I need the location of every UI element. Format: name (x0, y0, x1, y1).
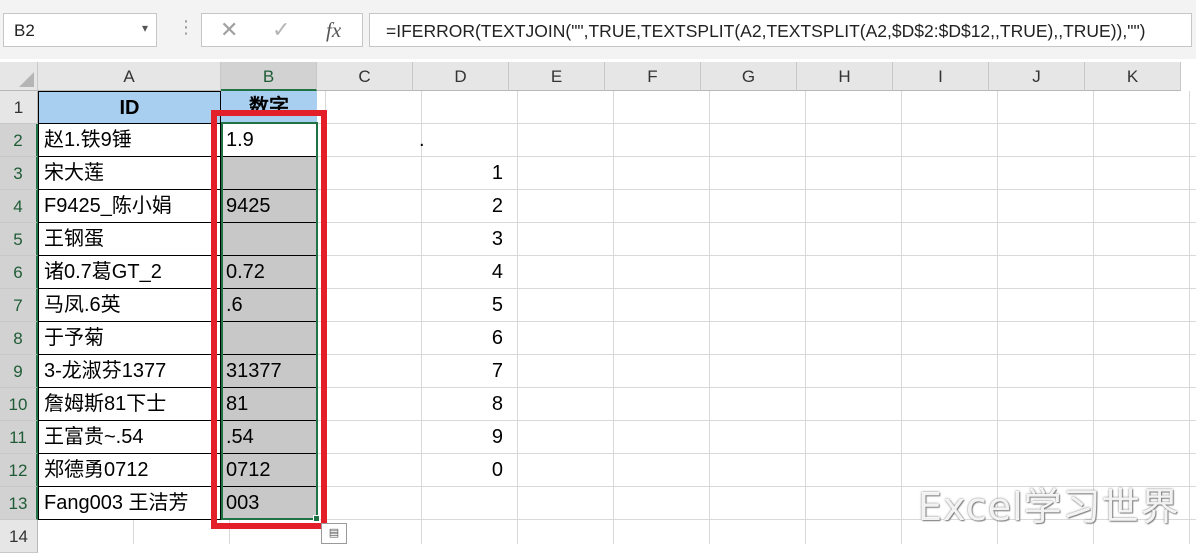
name-box-value[interactable]: B2 (14, 21, 35, 41)
id-cell[interactable]: 诸0.7葛GT_2 (38, 256, 221, 289)
row-header-1[interactable]: 1 (0, 91, 38, 124)
delimiter-cell[interactable]: 1 (413, 157, 509, 190)
select-all-icon[interactable] (19, 72, 34, 87)
formula-bar-grip-icon[interactable]: ⋮ (177, 17, 195, 38)
row-header-14[interactable]: 14 (0, 520, 38, 553)
id-cell[interactable]: 郑德勇0712 (38, 454, 221, 487)
row-header-9[interactable]: 9 (0, 355, 38, 388)
column-header-f[interactable]: F (605, 62, 701, 91)
header-number-cell[interactable]: 数字 (221, 91, 317, 124)
delimiter-cell[interactable]: 5 (413, 289, 509, 322)
id-cell[interactable]: 王富贵~.54 (38, 421, 221, 454)
id-cell[interactable]: 马凤.6英 (38, 289, 221, 322)
formula-text[interactable]: =IFERROR(TEXTJOIN("",TRUE,TEXTSPLIT(A2,T… (386, 21, 1145, 42)
number-cell[interactable]: 31377 (221, 355, 317, 388)
number-cell[interactable] (221, 223, 317, 256)
column-header-k[interactable]: K (1085, 62, 1181, 91)
row-header-11[interactable]: 11 (0, 421, 38, 454)
row-header-10[interactable]: 10 (0, 388, 38, 421)
header-id-cell[interactable]: ID (38, 91, 221, 124)
number-cell[interactable]: .6 (221, 289, 317, 322)
number-cell[interactable]: 0712 (221, 454, 317, 487)
delimiter-cell[interactable]: 7 (413, 355, 509, 388)
column-header-e[interactable]: E (509, 62, 605, 91)
delimiter-cell[interactable]: 6 (413, 322, 509, 355)
row-header-13[interactable]: 13 (0, 487, 38, 520)
delimiter-cell[interactable]: . (413, 124, 509, 157)
delimiter-cell[interactable]: 2 (413, 190, 509, 223)
column-header-d[interactable]: D (413, 62, 509, 91)
id-cell[interactable]: 王钢蛋 (38, 223, 221, 256)
id-cell[interactable]: Fang003 王洁芳 (38, 487, 221, 520)
delimiter-cell[interactable]: 0 (413, 454, 509, 487)
id-cell[interactable]: 于予菊 (38, 322, 221, 355)
id-cell[interactable]: 宋大莲 (38, 157, 221, 190)
id-cell[interactable]: 3-龙淑芬1377 (38, 355, 221, 388)
column-header-i[interactable]: I (893, 62, 989, 91)
id-cell[interactable]: F9425_陈小娟 (38, 190, 221, 223)
number-cell[interactable]: 1.9 (221, 124, 317, 157)
number-cell[interactable]: .54 (221, 421, 317, 454)
row-header-6[interactable]: 6 (0, 256, 38, 289)
column-header-b[interactable]: B (221, 62, 317, 91)
name-box[interactable]: B2 ▾ (3, 13, 157, 47)
name-box-dropdown-icon[interactable]: ▾ (142, 21, 148, 35)
formula-bar: B2 ▾ ⋮ ✕ ✓ fx =IFERROR(TEXTJOIN("",TRUE,… (0, 0, 1196, 59)
fill-handle[interactable] (313, 515, 320, 522)
id-cell[interactable]: 詹姆斯81下士 (38, 388, 221, 421)
row-header-5[interactable]: 5 (0, 223, 38, 256)
id-cell[interactable]: 赵1.铁9锤 (38, 124, 221, 157)
column-header-c[interactable]: C (317, 62, 413, 91)
row-header-7[interactable]: 7 (0, 289, 38, 322)
insert-function-icon[interactable]: fx (326, 18, 341, 43)
number-cell[interactable]: 81 (221, 388, 317, 421)
delimiter-cell[interactable]: 8 (413, 388, 509, 421)
enter-check-icon[interactable]: ✓ (272, 17, 290, 43)
column-header-a[interactable]: A (38, 62, 221, 91)
cancel-icon[interactable]: ✕ (220, 17, 238, 43)
column-header-g[interactable]: G (701, 62, 797, 91)
column-header-j[interactable]: J (989, 62, 1085, 91)
row-header-3[interactable]: 3 (0, 157, 38, 190)
row-header-4[interactable]: 4 (0, 190, 38, 223)
formula-buttons: ✕ ✓ fx (201, 13, 363, 47)
number-cell[interactable]: 003 (221, 487, 317, 520)
delimiter-cell[interactable]: 3 (413, 223, 509, 256)
spreadsheet-grid: ABCDEFGHIJK 1 2 3 4 5 6 7 8 9 10 11 12 13 14 ID 数字 赵1.铁… (0, 59, 1196, 553)
row-header-2[interactable]: 2 (0, 124, 38, 157)
delimiter-cell[interactable]: 4 (413, 256, 509, 289)
quick-analysis-icon[interactable]: ▤ (321, 523, 347, 544)
row-header-8[interactable]: 8 (0, 322, 38, 355)
formula-input[interactable]: =IFERROR(TEXTJOIN("",TRUE,TEXTSPLIT(A2,T… (369, 13, 1192, 47)
number-cell[interactable] (221, 157, 317, 190)
watermark: Excel学习世界 (918, 485, 1180, 529)
number-cell[interactable]: 9425 (221, 190, 317, 223)
row-header-12[interactable]: 12 (0, 454, 38, 487)
number-cell[interactable] (221, 322, 317, 355)
column-header-h[interactable]: H (797, 62, 893, 91)
delimiter-cell[interactable]: 9 (413, 421, 509, 454)
select-all-corner[interactable] (0, 62, 38, 91)
number-cell[interactable]: 0.72 (221, 256, 317, 289)
